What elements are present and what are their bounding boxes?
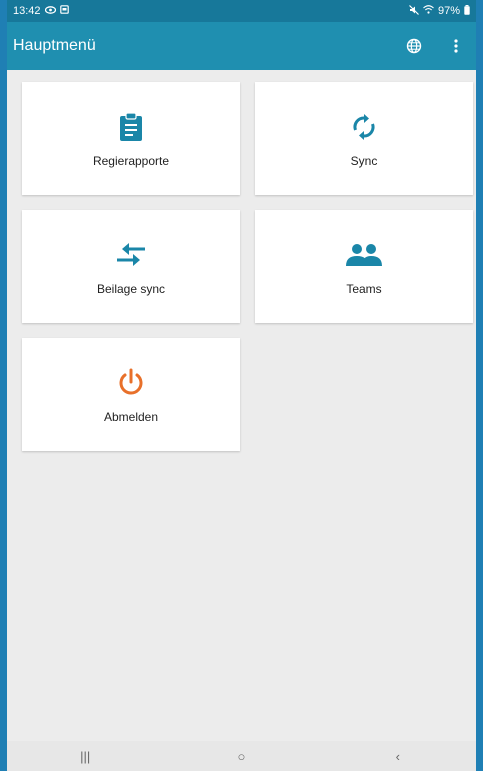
app-bar-actions [404,36,466,56]
status-bar: 13:42 97% [7,0,476,22]
eye-icon [44,5,56,17]
more-vert-icon[interactable] [446,36,466,56]
clipboard-icon [119,110,143,144]
mute-icon [409,4,419,18]
battery-percent: 97% [437,5,460,17]
status-right: 97% [409,4,470,18]
tile-label: Sync [350,153,378,168]
tile-teams[interactable]: Teams [255,210,473,323]
tile-sync[interactable]: Sync [255,82,473,195]
back-button[interactable]: ‹ [378,749,418,764]
recents-button[interactable]: ||| [65,749,105,764]
globe-icon[interactable] [404,36,424,56]
system-nav-bar: ||| ○ ‹ [7,741,476,771]
tile-label: Beilage sync [96,281,166,296]
arrows-compare-icon [114,238,148,272]
status-left: 13:42 [13,5,69,17]
page-title: Hauptmenü [13,37,96,54]
wifi-icon [423,5,434,17]
tile-label: Regierapporte [92,153,170,168]
battery-icon [464,4,470,18]
tile-abmelden[interactable]: Abmelden [22,338,240,451]
screenshot-icon [59,5,69,17]
status-time: 13:42 [13,5,41,17]
device-screen: 13:42 97% Hauptmenü Regierapporte Sync B… [7,0,476,771]
group-icon [345,238,383,272]
tile-regierapporte[interactable]: Regierapporte [22,82,240,195]
tile-beilage-sync[interactable]: Beilage sync [22,210,240,323]
power-icon [116,366,146,400]
tile-label: Teams [346,281,382,296]
app-bar: Hauptmenü [7,22,476,70]
home-button[interactable]: ○ [221,749,261,764]
sync-icon [350,110,378,144]
tile-label: Abmelden [103,409,159,424]
